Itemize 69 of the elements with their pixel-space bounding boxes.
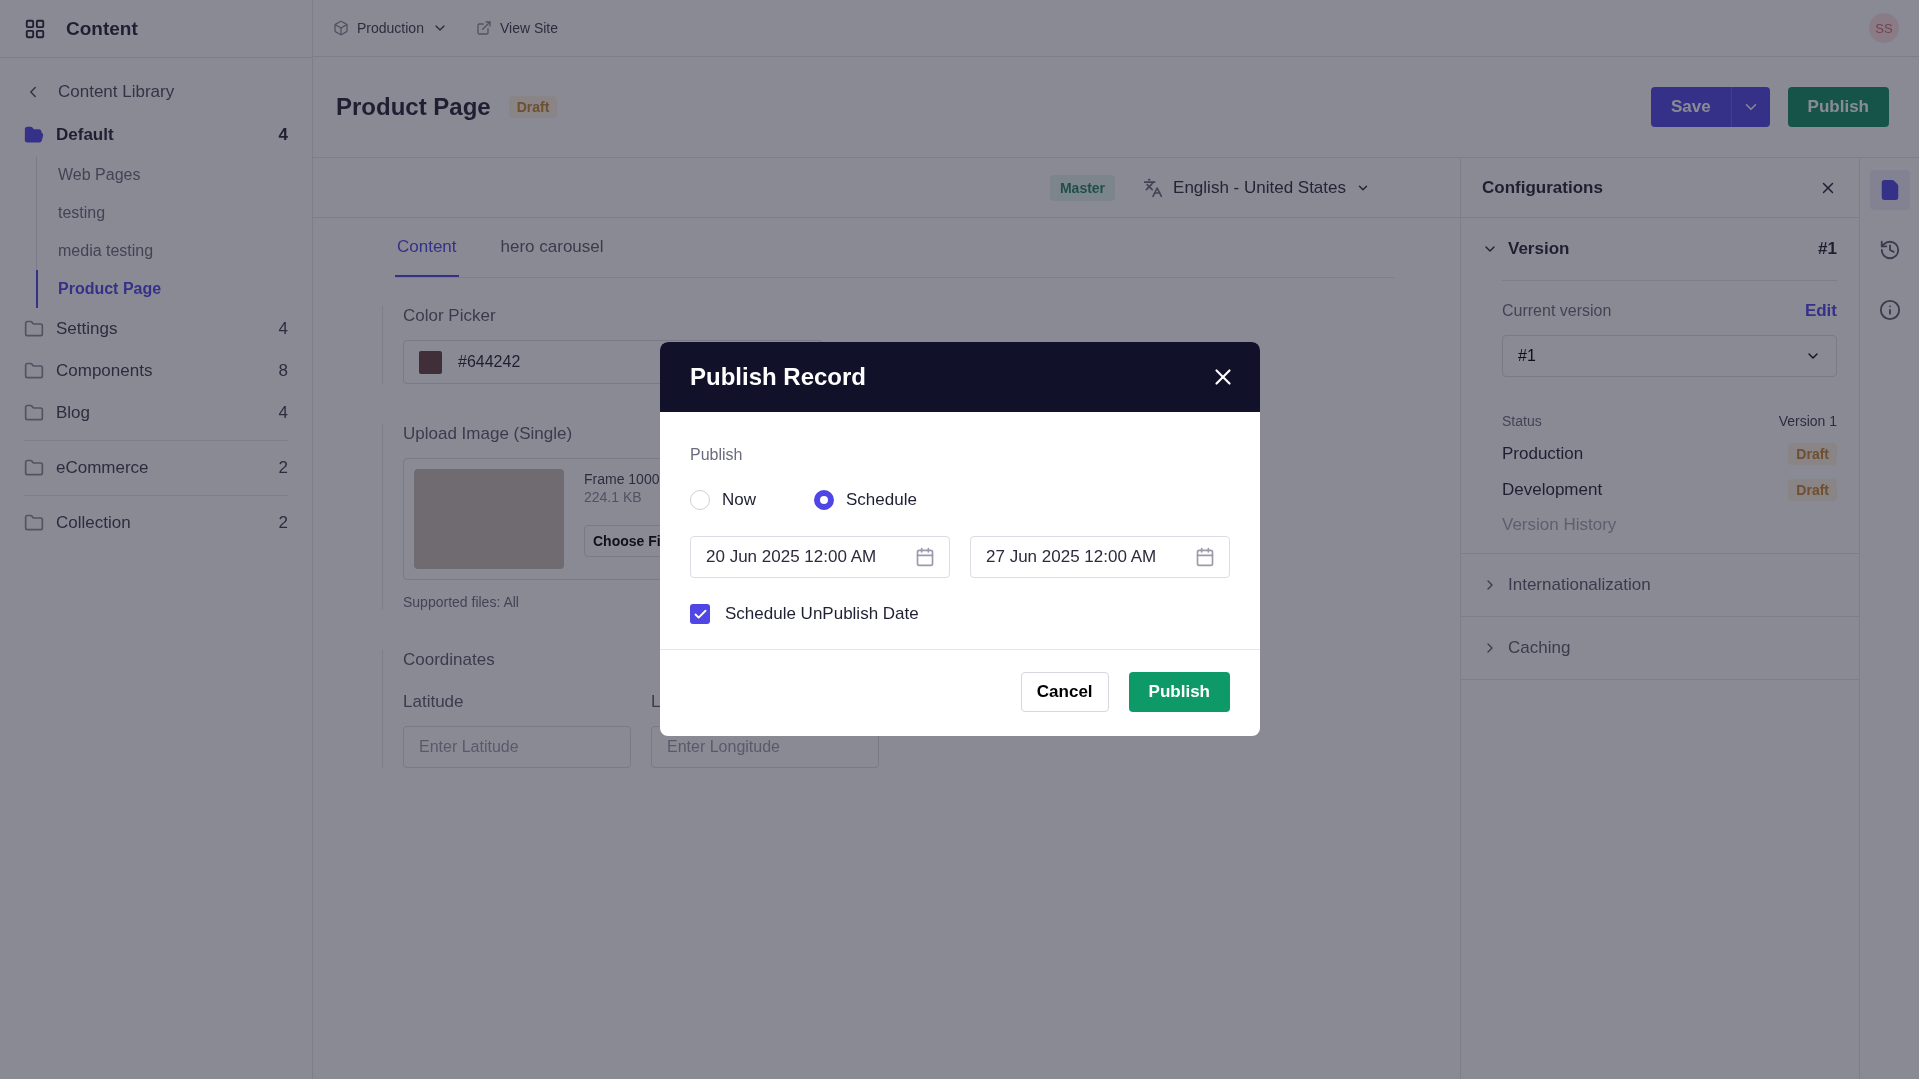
folder-item[interactable]: Default 4: [24, 114, 288, 156]
calendar-icon: [915, 547, 935, 567]
tab[interactable]: hero carousel: [498, 218, 606, 277]
field-label: Coordinates: [403, 650, 496, 670]
version-select[interactable]: #1: [1502, 335, 1837, 377]
version-label: Version 1: [1778, 413, 1837, 429]
external-link-icon: [475, 20, 492, 36]
page-title: Product Page: [336, 93, 491, 121]
grid-icon[interactable]: [24, 17, 46, 40]
cancel-button[interactable]: Cancel: [1020, 672, 1109, 712]
save-button[interactable]: Save: [1650, 87, 1731, 127]
rail-button[interactable]: [1869, 170, 1910, 210]
folder-item[interactable]: Components 8: [24, 350, 288, 392]
branch-badge: Master: [1049, 174, 1116, 201]
cube-icon: [333, 20, 349, 36]
current-version-label: Current version: [1502, 302, 1612, 320]
history-icon: [1878, 239, 1901, 261]
view-site-link[interactable]: View Site: [475, 20, 559, 36]
folder-open-icon: [24, 125, 44, 145]
folder-item[interactable]: Blog 4: [24, 392, 288, 434]
supported-files-note: Supported files: All: [403, 594, 520, 610]
radio-option[interactable]: Schedule: [814, 490, 917, 510]
folder-item[interactable]: Settings 4: [24, 308, 288, 350]
file-size: 224.1 KB: [584, 489, 643, 505]
status-badge: Draft: [508, 96, 558, 118]
unpublish-checkbox-row[interactable]: Schedule UnPublish Date: [690, 604, 1230, 624]
section-header[interactable]: Internationalization: [1482, 554, 1837, 616]
folder-icon: [24, 361, 44, 381]
sidebar-item[interactable]: Web Pages: [36, 156, 288, 194]
sidebar-item[interactable]: Product Page: [36, 270, 288, 308]
date-field[interactable]: 27 Jun 2025 12:00 AM: [970, 536, 1230, 578]
radio-icon[interactable]: [814, 490, 834, 510]
folder-icon: [24, 403, 44, 423]
radio-option[interactable]: Now: [690, 490, 756, 510]
checkbox[interactable]: [690, 604, 710, 624]
translate-icon: [1143, 177, 1164, 198]
folder-icon: [24, 458, 44, 478]
folder-icon: [24, 319, 44, 339]
status-label: Status: [1502, 413, 1542, 429]
environment-dropdown[interactable]: Production: [333, 20, 448, 36]
file-name: Frame 1000: [584, 471, 661, 487]
section-header[interactable]: Version #1: [1482, 218, 1837, 280]
status-badge: Draft: [1788, 479, 1837, 501]
environment-name: Development: [1502, 480, 1603, 500]
folder-item[interactable]: eCommerce 2: [24, 447, 288, 489]
panel-title: Configurations: [1482, 177, 1603, 198]
field-label: Latitude: [403, 692, 465, 712]
field-label: L: [651, 692, 662, 712]
section-header[interactable]: Caching: [1482, 617, 1837, 679]
confirm-publish-button[interactable]: Publish: [1128, 672, 1230, 712]
environment-name: Production: [1502, 444, 1584, 464]
sidebar-item[interactable]: media testing: [36, 232, 288, 270]
edit-link[interactable]: Edit: [1804, 301, 1837, 321]
color-swatch: [419, 350, 442, 374]
folder-icon: [24, 513, 44, 533]
info-icon: [1878, 299, 1901, 321]
tab[interactable]: Content: [395, 218, 459, 277]
sidebar-item[interactable]: testing: [36, 194, 288, 232]
field-label: Color Picker: [403, 306, 497, 326]
app-title: Content: [66, 17, 138, 40]
calendar-icon: [1195, 547, 1215, 567]
publish-button[interactable]: Publish: [1787, 87, 1889, 127]
date-field[interactable]: 20 Jun 2025 12:00 AM: [690, 536, 950, 578]
folder-item[interactable]: Collection 2: [24, 502, 288, 544]
back-link[interactable]: Content Library: [24, 70, 288, 114]
status-badge: Draft: [1788, 443, 1837, 465]
language-dropdown[interactable]: English - United States: [1137, 176, 1376, 199]
section-label: Publish: [690, 446, 744, 464]
field-label: Upload Image (Single): [403, 424, 574, 444]
